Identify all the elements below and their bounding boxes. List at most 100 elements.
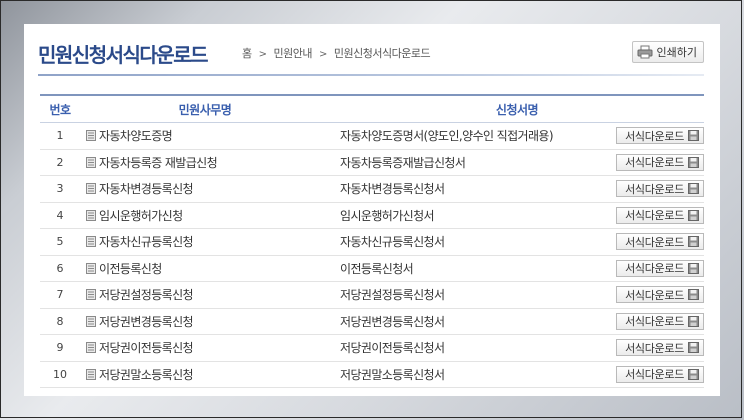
save-disk-icon <box>688 262 700 274</box>
breadcrumb: 홈 > 민원안내 > 민원신청서식다운로드 <box>242 45 431 61</box>
print-label: 인쇄하기 <box>656 46 697 59</box>
row-number: 8 <box>40 308 80 335</box>
download-cell: 서식다운로드 <box>590 281 705 309</box>
table-row: 3 자동차변경등록신청 자동차변경등록신청서 서식다운로드 <box>40 175 705 203</box>
title-divider <box>38 74 704 76</box>
table-row: 8 저당권변경등록신청 저당권변경등록신청서 서식다운로드 <box>40 308 705 335</box>
document-icon <box>86 209 96 221</box>
form-download-button[interactable]: 서식다운로드 <box>616 206 705 224</box>
form-name: 자동차신규등록신청서 <box>330 228 590 256</box>
print-button[interactable]: 인쇄하기 <box>631 41 704 63</box>
task-cell: 저당권말소등록신청 <box>80 361 330 388</box>
table-header-row: 번호 민원사무명 신청서명 <box>40 94 705 123</box>
form-name: 임시운행허가신청서 <box>330 202 590 229</box>
row-number: 7 <box>40 281 80 309</box>
save-disk-icon <box>688 289 700 301</box>
form-download-table: 번호 민원사무명 신청서명 1 자동차양도증명 자동차양도증명서(양도인,양수인… <box>40 94 705 388</box>
task-name: 자동차변경등록신청 <box>99 182 194 197</box>
form-download-button[interactable]: 서식다운로드 <box>616 365 705 383</box>
document-icon <box>86 315 96 327</box>
document-icon <box>86 368 96 380</box>
task-cell: 이전등록신청 <box>80 255 330 282</box>
task-cell: 임시운행허가신청 <box>80 202 330 229</box>
form-download-button[interactable]: 서식다운로드 <box>616 312 705 330</box>
document-icon <box>86 183 96 195</box>
task-cell: 자동차신규등록신청 <box>80 228 330 256</box>
download-label: 서식다운로드 <box>625 156 685 170</box>
form-name: 자동차등록증재발급신청서 <box>330 149 590 176</box>
save-disk-icon <box>688 368 700 380</box>
task-name: 자동차등록증 재발급신청 <box>99 155 218 170</box>
form-download-button[interactable]: 서식다운로드 <box>616 180 705 198</box>
save-disk-icon <box>688 209 700 221</box>
form-download-button[interactable]: 서식다운로드 <box>616 339 705 357</box>
form-name: 자동차양도증명서(양도인,양수인 직접거래용) <box>330 122 590 150</box>
page-title: 민원신청서식다운로드 <box>38 43 209 67</box>
download-cell: 서식다운로드 <box>590 122 705 150</box>
save-disk-icon <box>688 315 700 327</box>
form-name: 저당권설정등록신청서 <box>330 281 590 309</box>
task-cell: 저당권이전등록신청 <box>80 334 330 362</box>
task-cell: 자동차양도증명 <box>80 122 330 150</box>
form-table-wrap: 번호 민원사무명 신청서명 1 자동차양도증명 자동차양도증명서(양도인,양수인… <box>40 94 705 388</box>
row-number: 1 <box>40 122 80 150</box>
table-row: 6 이전등록신청 이전등록신청서 서식다운로드 <box>40 255 705 282</box>
download-cell: 서식다운로드 <box>590 228 705 256</box>
save-disk-icon <box>688 130 700 142</box>
download-label: 서식다운로드 <box>625 368 685 382</box>
table-row: 7 저당권설정등록신청 저당권설정등록신청서 서식다운로드 <box>40 281 705 309</box>
form-download-button[interactable]: 서식다운로드 <box>616 286 705 304</box>
download-label: 서식다운로드 <box>625 129 685 143</box>
column-header-number: 번호 <box>40 94 80 123</box>
row-number: 6 <box>40 255 80 282</box>
download-cell: 서식다운로드 <box>590 202 705 229</box>
chevron-right-icon: > <box>319 49 327 60</box>
task-cell: 자동차변경등록신청 <box>80 175 330 203</box>
breadcrumb-guide[interactable]: 민원안내 <box>274 47 313 60</box>
row-number: 2 <box>40 149 80 176</box>
column-header-task: 민원사무명 <box>80 94 330 123</box>
row-number: 3 <box>40 175 80 203</box>
download-label: 서식다운로드 <box>625 209 685 223</box>
form-download-button[interactable]: 서식다운로드 <box>616 233 705 251</box>
download-label: 서식다운로드 <box>625 182 685 196</box>
table-row: 9 저당권이전등록신청 저당권이전등록신청서 서식다운로드 <box>40 334 705 362</box>
column-header-form: 신청서명 <box>330 94 705 123</box>
form-name: 자동차변경등록신청서 <box>330 175 590 203</box>
task-cell: 저당권설정등록신청 <box>80 281 330 309</box>
row-number: 9 <box>40 334 80 362</box>
task-name: 저당권말소등록신청 <box>99 367 194 382</box>
table-row: 10 저당권말소등록신청 저당권말소등록신청서 서식다운로드 <box>40 361 705 388</box>
task-name: 저당권이전등록신청 <box>99 341 194 356</box>
download-label: 서식다운로드 <box>625 288 685 302</box>
table-row: 1 자동차양도증명 자동차양도증명서(양도인,양수인 직접거래용) 서식다운로드 <box>40 122 705 150</box>
chevron-right-icon: > <box>258 49 267 60</box>
form-download-button[interactable]: 서식다운로드 <box>616 153 705 171</box>
table-row: 5 자동차신규등록신청 자동차신규등록신청서 서식다운로드 <box>40 228 705 256</box>
task-cell: 저당권변경등록신청 <box>80 308 330 335</box>
download-cell: 서식다운로드 <box>590 149 705 176</box>
row-number: 5 <box>40 228 80 256</box>
page-header: 민원신청서식다운로드 홈 > 민원안내 > 민원신청서식다운로드 인쇄하기 <box>24 24 720 76</box>
row-number: 10 <box>40 361 80 388</box>
table-row: 4 임시운행허가신청 임시운행허가신청서 서식다운로드 <box>40 202 705 229</box>
task-name: 자동차양도증명 <box>99 129 173 144</box>
task-cell: 자동차등록증 재발급신청 <box>80 149 330 176</box>
breadcrumb-home[interactable]: 홈 <box>242 47 252 60</box>
save-disk-icon <box>688 156 700 168</box>
save-disk-icon <box>688 183 700 195</box>
form-download-button[interactable]: 서식다운로드 <box>616 259 705 277</box>
download-cell: 서식다운로드 <box>590 175 705 203</box>
download-cell: 서식다운로드 <box>590 255 705 282</box>
download-label: 서식다운로드 <box>625 262 685 276</box>
form-name: 저당권말소등록신청서 <box>330 361 590 388</box>
download-cell: 서식다운로드 <box>590 334 705 362</box>
form-name: 저당권이전등록신청서 <box>330 334 590 362</box>
document-icon <box>86 156 96 168</box>
save-disk-icon <box>688 342 700 354</box>
breadcrumb-current: 민원신청서식다운로드 <box>333 47 431 60</box>
document-icon <box>86 236 96 248</box>
document-icon <box>86 130 96 142</box>
task-name: 저당권변경등록신청 <box>99 314 194 329</box>
form-download-button[interactable]: 서식다운로드 <box>616 127 705 145</box>
